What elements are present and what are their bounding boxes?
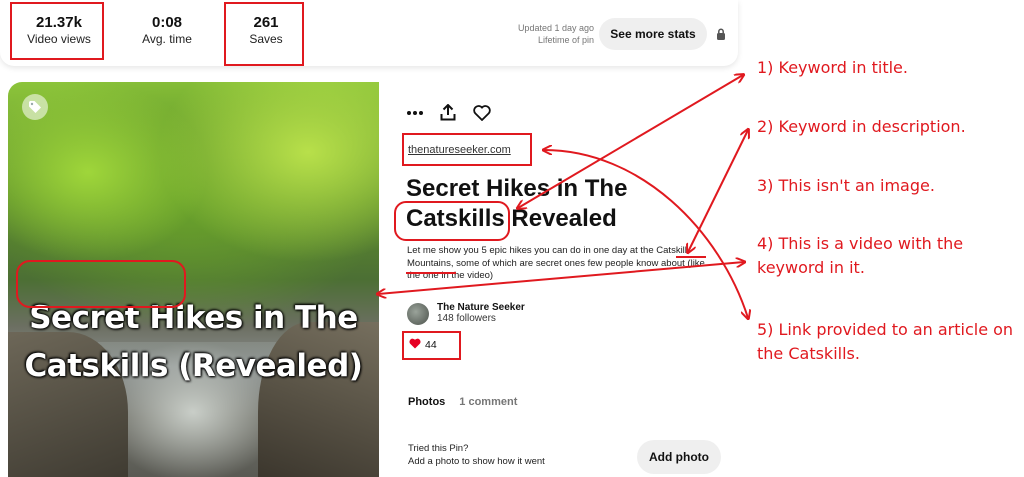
stats-bar: 21.37k Video views 0:08 Avg. time 261 Sa… xyxy=(0,0,738,66)
video-overlay-line2: Catskills (Revealed) xyxy=(8,348,379,384)
desc-part2: , some of which are secret ones few peop… xyxy=(407,257,705,282)
creator-info[interactable]: The Nature Seeker 148 followers xyxy=(407,302,525,325)
tab-photos[interactable]: Photos xyxy=(408,396,445,408)
annotation-4: 4) This is a video with the keyword in i… xyxy=(757,234,964,277)
video-overlay-rest: (Revealed) xyxy=(167,348,363,384)
annotation-5: 5) Link provided to an article on the Ca… xyxy=(757,320,1014,363)
add-photo-button[interactable]: Add photo xyxy=(637,440,721,474)
lock-icon xyxy=(716,27,726,45)
desc-part1: Let me show you 5 epic hikes you can do … xyxy=(407,245,657,256)
annotation-2: 2) Keyword in description. xyxy=(757,117,966,136)
annotation-box-link xyxy=(402,133,532,166)
pin-tabs: Photos 1 comment xyxy=(408,396,517,408)
stat-avg-time: 0:08 Avg. time xyxy=(134,14,200,47)
annotation-3: 3) This isn't an image. xyxy=(757,176,935,195)
title-part1: Secret Hikes in The xyxy=(406,175,628,202)
pin-description: Let me show you 5 epic hikes you can do … xyxy=(407,245,712,283)
avatar[interactable] xyxy=(407,302,429,325)
tried-subtitle: Add a photo to show how it went xyxy=(408,456,545,467)
updated-info: Updated 1 day ago Lifetime of pin xyxy=(518,22,594,46)
updated-scope: Lifetime of pin xyxy=(537,35,594,45)
rock-right xyxy=(258,322,379,477)
tried-prompt: Tried this Pin? Add a photo to show how … xyxy=(408,442,545,468)
see-more-stats-button[interactable]: See more stats xyxy=(599,18,707,50)
heart-icon[interactable] xyxy=(473,104,491,121)
tried-title: Tried this Pin? xyxy=(408,443,469,454)
avg-time-value: 0:08 xyxy=(151,14,183,31)
updated-time: Updated 1 day ago xyxy=(517,23,594,33)
creator-name[interactable]: The Nature Seeker xyxy=(437,302,525,313)
annotation-box-views xyxy=(10,2,104,60)
tag-icon[interactable] xyxy=(22,94,48,120)
annotation-box-saves xyxy=(224,2,304,66)
annotation-box-title-keyword xyxy=(394,201,510,241)
share-icon[interactable] xyxy=(440,104,456,121)
annotation-box-video-keyword xyxy=(16,260,186,308)
title-part2: Revealed xyxy=(504,205,617,232)
annotation-box-reactions xyxy=(402,331,461,360)
more-icon[interactable] xyxy=(407,110,423,116)
annotation-1: 1) Keyword in title. xyxy=(757,58,908,77)
avg-time-label: Avg. time xyxy=(142,32,192,46)
video-overlay-keyword: Catskills xyxy=(24,348,169,384)
tab-comments[interactable]: 1 comment xyxy=(459,396,517,408)
pin-actions xyxy=(407,104,491,121)
creator-followers: 148 followers xyxy=(437,313,496,324)
